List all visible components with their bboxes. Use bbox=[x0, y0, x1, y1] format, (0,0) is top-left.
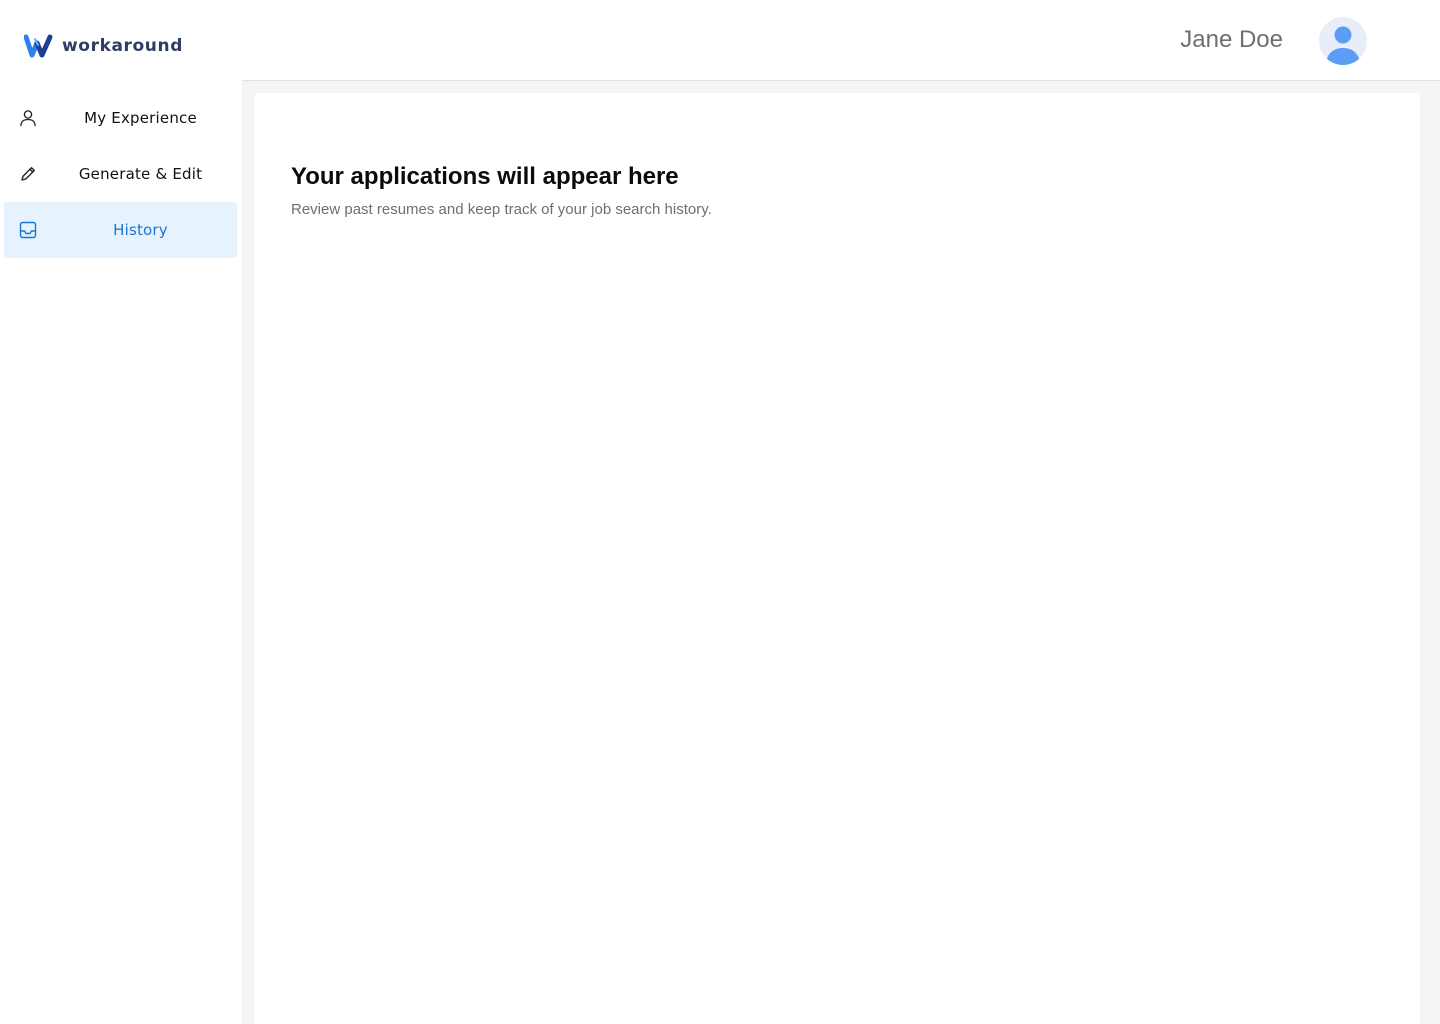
sidebar-item-label: Generate & Edit bbox=[78, 165, 203, 183]
brand-logo[interactable]: workaround bbox=[24, 32, 183, 60]
sidebar-item-generate-edit[interactable]: Generate & Edit bbox=[4, 146, 237, 202]
pencil-icon bbox=[18, 164, 38, 184]
main-content: Your applications will appear here Revie… bbox=[254, 93, 1420, 1024]
avatar-icon bbox=[1326, 26, 1360, 65]
sidebar-item-history[interactable]: History bbox=[4, 202, 237, 258]
avatar[interactable] bbox=[1319, 17, 1367, 65]
top-bar: Jane Doe bbox=[242, 0, 1440, 81]
sidebar-item-label: My Experience bbox=[84, 109, 197, 127]
page-title: Your applications will appear here bbox=[291, 163, 679, 190]
page-subtitle: Review past resumes and keep track of yo… bbox=[291, 201, 712, 218]
sidebar-item-label: History bbox=[113, 221, 168, 239]
w-logo-icon bbox=[24, 34, 53, 58]
inbox-icon bbox=[18, 220, 38, 240]
sidebar-item-my-experience[interactable]: My Experience bbox=[4, 90, 237, 146]
user-name[interactable]: Jane Doe bbox=[1180, 26, 1283, 54]
sidebar: workaround My Experience Generate & Edit bbox=[0, 0, 242, 1024]
sidebar-nav: My Experience Generate & Edit History bbox=[4, 90, 237, 258]
user-icon bbox=[18, 108, 38, 128]
brand-name: workaround bbox=[62, 36, 183, 56]
